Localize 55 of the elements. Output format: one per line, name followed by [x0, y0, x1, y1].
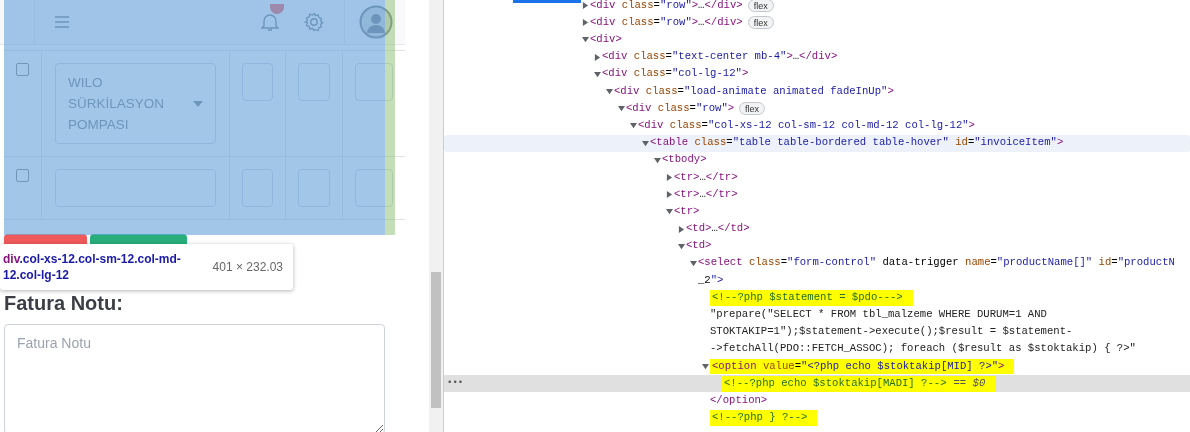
- element-tag[interactable]: <select class="form-control" data-trigger name="productName[]" id="productN: [698, 255, 1175, 272]
- expanded-arrow-icon[interactable]: [642, 139, 649, 147]
- row-checkbox[interactable]: [16, 169, 29, 182]
- expanded-arrow-icon[interactable]: [606, 88, 613, 96]
- element-tag[interactable]: <div class="row">: [626, 100, 735, 117]
- expanded-arrow-icon[interactable]: [666, 208, 673, 216]
- caret-icon: [193, 100, 203, 107]
- element-tag[interactable]: <tr>: [674, 203, 700, 220]
- row-checkbox[interactable]: [16, 63, 29, 76]
- expanded-arrow-icon[interactable]: [654, 156, 661, 164]
- note-textarea[interactable]: Fatura Notu: [4, 324, 385, 432]
- collapsed-arrow-icon[interactable]: [582, 19, 589, 27]
- text-node[interactable]: ->fetchAll(PDO::FETCH_ASSOC); foreach ($result as $stoktakip) { ?>": [710, 341, 1136, 358]
- flex-badge[interactable]: flex: [747, 16, 774, 30]
- element-tag[interactable]: <div class="col-lg-12">: [602, 66, 749, 83]
- element-tag[interactable]: <tbody>: [662, 152, 707, 169]
- collapsed-arrow-icon[interactable]: [678, 225, 685, 233]
- input-field[interactable]: [355, 169, 393, 207]
- element-tag[interactable]: <div class="row">…</div>: [590, 0, 743, 14]
- element-tag[interactable]: <div class="row">…</div>: [590, 14, 743, 31]
- text-node[interactable]: STOKTAKIP=1");$statement->execute();$result = $statement-: [710, 324, 1073, 341]
- flex-badge[interactable]: flex: [739, 102, 766, 116]
- input-field[interactable]: [355, 63, 393, 101]
- text-node[interactable]: "prepare("SELECT * FROM tbl_malzeme WHERE DURUM=1 AND: [710, 307, 1047, 323]
- element-size: 401 × 232.03: [212, 259, 283, 276]
- active-tab-indicator: [513, 0, 581, 3]
- element-tag[interactable]: <tr>…</tr>: [674, 186, 738, 203]
- console-reference: == $0: [953, 375, 986, 391]
- element-tag[interactable]: <div class="text-center mb-4">…</div>: [602, 49, 838, 66]
- expanded-arrow-icon[interactable]: [582, 36, 589, 44]
- note-heading: Fatura Notu:: [4, 291, 124, 316]
- element-tag[interactable]: <td>…</td>: [686, 221, 750, 237]
- expanded-arrow-icon[interactable]: [702, 363, 709, 371]
- collapsed-arrow-icon[interactable]: [666, 173, 673, 181]
- comment-node[interactable]: <!--?php echo $stoktakip[MADI] ?-->: [724, 375, 947, 392]
- closing-tag[interactable]: </option>: [710, 392, 768, 409]
- element-tag[interactable]: <div>: [590, 32, 622, 48]
- flex-badge[interactable]: flex: [747, 0, 774, 13]
- element-selector: div.col-xs-12.col-sm-12.col-md-12.col-lg-12: [3, 251, 182, 283]
- collapsed-arrow-icon[interactable]: [594, 53, 601, 61]
- expanded-arrow-icon[interactable]: [690, 259, 697, 267]
- notification-badge: [270, 4, 284, 14]
- element-tag[interactable]: _2">: [698, 272, 724, 289]
- collapsed-arrow-icon[interactable]: [582, 2, 589, 10]
- row-menu-button[interactable]: •••: [447, 376, 464, 391]
- expanded-arrow-icon[interactable]: [618, 105, 625, 113]
- element-tag[interactable]: <div class="load-animate animated fadeInUp">: [614, 83, 894, 100]
- collapsed-arrow-icon[interactable]: [666, 191, 673, 199]
- expanded-arrow-icon[interactable]: [594, 70, 601, 78]
- expanded-arrow-icon[interactable]: [630, 122, 637, 130]
- element-tag[interactable]: <tr>…</tr>: [674, 169, 738, 186]
- expanded-arrow-icon[interactable]: [678, 242, 685, 250]
- scrollbar-thumb[interactable]: [431, 272, 441, 408]
- element-tag[interactable]: <td>: [686, 238, 712, 255]
- element-tag[interactable]: <div class="col-xs-12 col-sm-12 col-md-12 col-lg-12">: [638, 117, 975, 134]
